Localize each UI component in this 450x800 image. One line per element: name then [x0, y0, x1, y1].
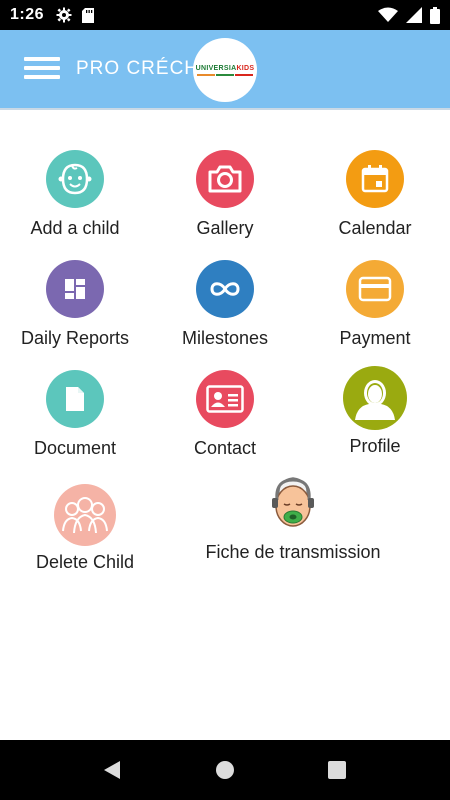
status-time: 1:26	[10, 6, 45, 23]
sd-card-icon	[82, 7, 95, 23]
profile-button[interactable]: Profile	[315, 366, 435, 457]
delete-child-button[interactable]: Delete Child	[20, 484, 150, 573]
payment-label: Payment	[339, 328, 411, 348]
document-icon	[46, 370, 104, 428]
daily-reports-button[interactable]: Daily Reports	[10, 260, 140, 349]
daily-reports-label: Daily Reports	[20, 328, 130, 348]
payment-button[interactable]: Payment	[315, 260, 435, 349]
document-button[interactable]: Document	[15, 370, 135, 459]
baby-pacifier-icon	[263, 472, 323, 534]
calendar-label: Calendar	[338, 218, 412, 238]
milestones-button[interactable]: Milestones	[165, 260, 285, 349]
credit-card-icon	[346, 260, 404, 318]
wifi-icon	[378, 7, 398, 22]
document-label: Document	[33, 438, 117, 458]
gallery-label: Gallery	[196, 218, 254, 238]
children-group-icon	[54, 484, 116, 546]
milestones-label: Milestones	[181, 328, 269, 348]
logo-stripes	[197, 73, 253, 76]
baby-face-icon	[46, 150, 104, 208]
profile-avatar-icon	[343, 366, 407, 430]
app-bar-divider	[0, 108, 450, 110]
battery-icon	[430, 6, 440, 24]
home-icon[interactable]	[215, 760, 235, 780]
back-icon[interactable]	[102, 760, 122, 780]
dashboard-grid-icon	[46, 260, 104, 318]
calendar-button[interactable]: Calendar	[315, 150, 435, 239]
logo-text-universia: UNIVERSIA	[195, 64, 237, 72]
fiche-transmission-label: Fiche de transmission	[205, 542, 381, 562]
app-bar: PRO CRÉCHE UNIVERSIAKIDS	[0, 30, 450, 110]
cell-signal-icon	[406, 7, 422, 23]
contact-button[interactable]: Contact	[165, 370, 285, 459]
add-child-button[interactable]: Add a child	[15, 150, 135, 239]
gallery-button[interactable]: Gallery	[165, 150, 285, 239]
fiche-transmission-button[interactable]: Fiche de transmission	[195, 472, 391, 563]
logo-text-kids: KIDS	[236, 64, 255, 72]
recents-icon[interactable]	[328, 761, 346, 779]
profile-label: Profile	[349, 436, 401, 456]
status-bar: 1:26	[0, 0, 450, 30]
calendar-icon	[346, 150, 404, 208]
hamburger-menu-icon[interactable]	[24, 52, 60, 88]
universia-kids-logo: UNIVERSIAKIDS	[193, 38, 257, 102]
add-child-label: Add a child	[30, 218, 120, 238]
contact-card-icon	[196, 370, 254, 428]
contact-label: Contact	[193, 438, 257, 458]
settings-gear-icon	[56, 7, 72, 23]
system-navigation-bar	[0, 740, 450, 800]
camera-icon	[196, 150, 254, 208]
infinity-icon	[196, 260, 254, 318]
delete-child-label: Delete Child	[35, 552, 135, 572]
